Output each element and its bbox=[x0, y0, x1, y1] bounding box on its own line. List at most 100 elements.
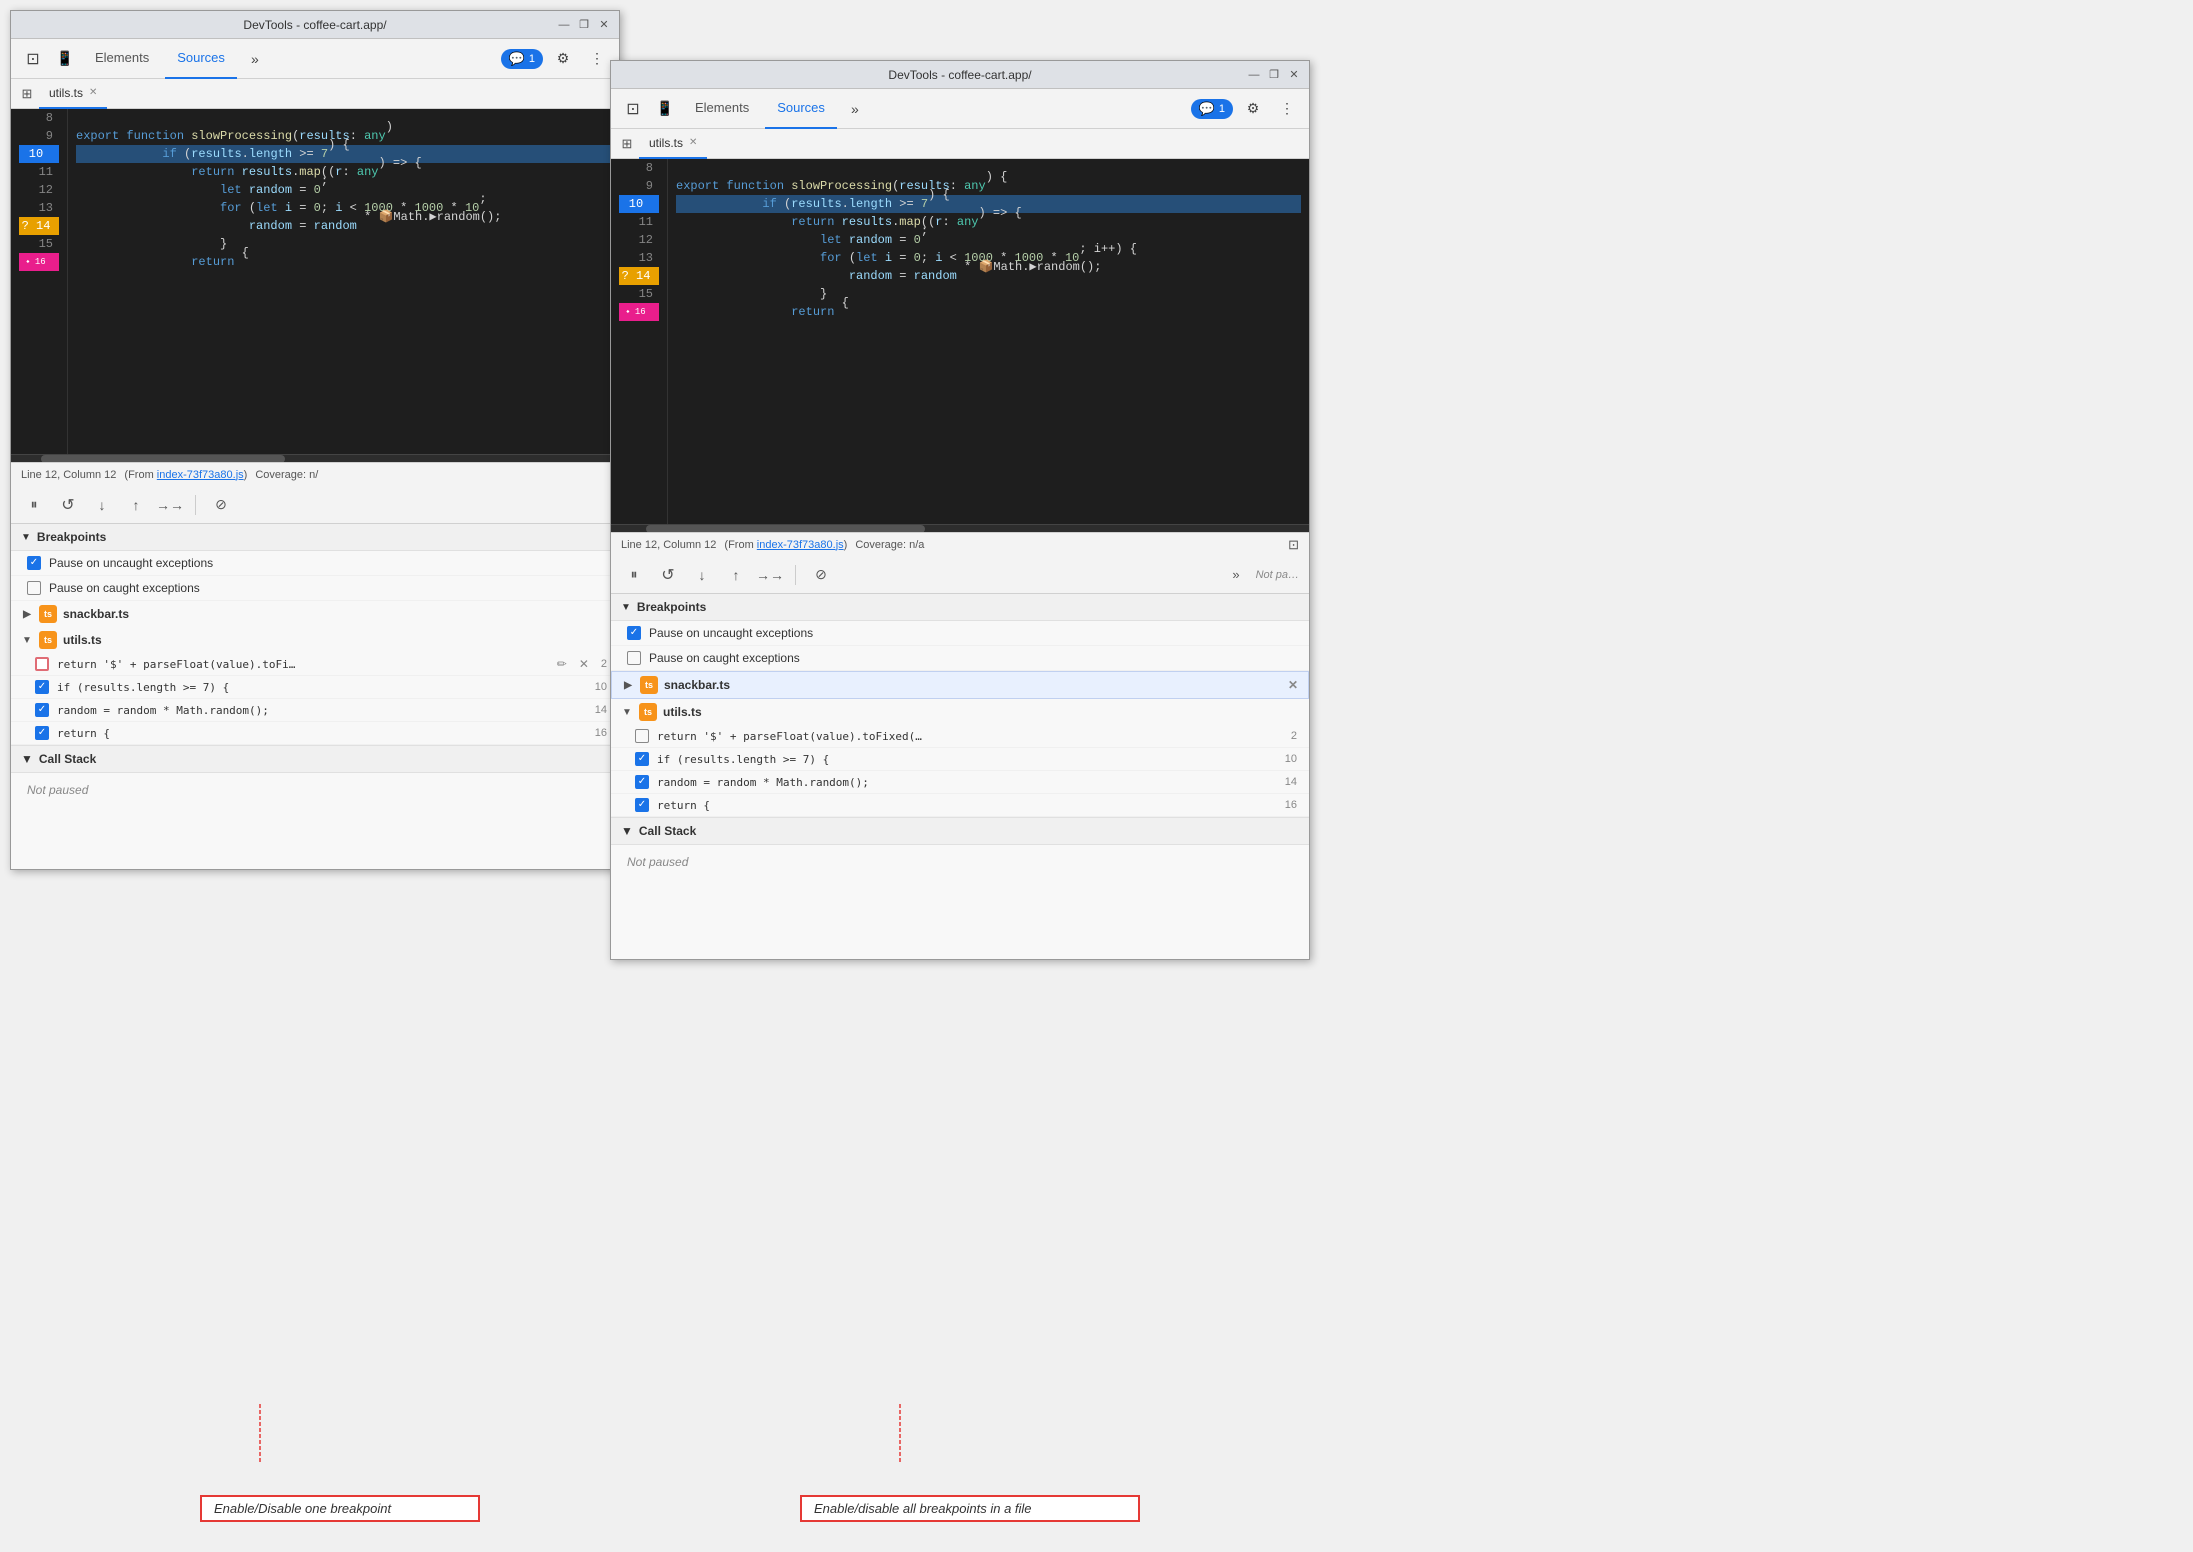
close-btn-1[interactable]: ✕ bbox=[597, 18, 611, 32]
line-num-11: 11 bbox=[19, 163, 59, 181]
line-num-2-14[interactable]: ? 14 bbox=[619, 267, 659, 285]
sidebar-toggle-2[interactable]: ⊞ bbox=[615, 132, 639, 156]
restore-btn-1[interactable]: ❐ bbox=[577, 18, 591, 32]
step-over-btn-1[interactable]: ↺ bbox=[55, 492, 81, 518]
step-out-btn-1[interactable]: ↑ bbox=[123, 492, 149, 518]
code-line-8 bbox=[76, 109, 611, 127]
bp-item-1-1[interactable]: if (results.length >= 7) { 10 bbox=[11, 676, 619, 699]
restore-btn-2[interactable]: ❐ bbox=[1267, 68, 1281, 82]
snackbar-expand-1[interactable]: ▶ bbox=[21, 608, 33, 620]
pause-uncaught-cb-1[interactable] bbox=[27, 556, 41, 570]
line-num-10[interactable]: 10 bbox=[19, 145, 59, 163]
pause-btn-1[interactable]: ⏸ bbox=[21, 492, 47, 518]
utils-ts-icon-2: ts bbox=[639, 703, 657, 721]
inspect-icon[interactable]: ⊡ bbox=[19, 45, 47, 73]
line-num-14[interactable]: ? 14 bbox=[19, 217, 59, 235]
file-tab-close-1[interactable]: ✕ bbox=[89, 87, 97, 98]
bp-cb-2-3[interactable] bbox=[635, 798, 649, 812]
debug-more-btn-2[interactable]: » bbox=[1232, 567, 1239, 582]
snackbar-group-1[interactable]: ▶ ts snackbar.ts bbox=[11, 601, 619, 627]
pause-btn-2[interactable]: ⏸ bbox=[621, 562, 647, 588]
bp-cb-2-0[interactable] bbox=[635, 729, 649, 743]
bp-item-1-3[interactable]: return { 16 bbox=[11, 722, 619, 745]
step-into-btn-1[interactable]: ↓ bbox=[89, 492, 115, 518]
source-link-2[interactable]: index-73f73a80.js bbox=[757, 539, 844, 551]
source-link-1[interactable]: index-73f73a80.js bbox=[157, 469, 244, 481]
step-over-btn-2[interactable]: ↺ bbox=[655, 562, 681, 588]
pause-uncaught-cb-2[interactable] bbox=[627, 626, 641, 640]
deactivate-btn-1[interactable]: ⊘ bbox=[208, 492, 234, 518]
code-line-2-9: export function slowProcessing(results: … bbox=[676, 177, 1301, 195]
bp-cb-1-0[interactable] bbox=[35, 657, 49, 671]
code-scrollbar-2[interactable] bbox=[611, 524, 1309, 532]
continue-btn-2[interactable]: →→ bbox=[757, 562, 783, 588]
tab-sources-2[interactable]: Sources bbox=[765, 89, 837, 129]
bp-item-2-0[interactable]: return '$' + parseFloat(value).toFixed(…… bbox=[611, 725, 1309, 748]
console-badge-1[interactable]: 💬 1 bbox=[501, 49, 543, 69]
bp-item-1-0[interactable]: return '$' + parseFloat(value).toFi… ✏ ✕… bbox=[11, 653, 619, 676]
bp-cb-1-3[interactable] bbox=[35, 726, 49, 740]
status-expand-btn[interactable]: ⊡ bbox=[1288, 537, 1299, 553]
pause-caught-2[interactable]: Pause on caught exceptions bbox=[611, 646, 1309, 671]
minimize-btn-2[interactable]: — bbox=[1247, 68, 1261, 82]
code-content-2: export function slowProcessing(results: … bbox=[668, 159, 1309, 524]
minimize-btn-1[interactable]: — bbox=[557, 18, 571, 32]
pause-caught-cb-1[interactable] bbox=[27, 581, 41, 595]
deactivate-btn-2[interactable]: ⊘ bbox=[808, 562, 834, 588]
line-num-2-16[interactable]: ⬩ 16 bbox=[619, 303, 659, 321]
position-text-2: Line 12, Column 12 bbox=[621, 539, 716, 551]
bp-item-2-1[interactable]: if (results.length >= 7) { 10 bbox=[611, 748, 1309, 771]
step-into-btn-2[interactable]: ↓ bbox=[689, 562, 715, 588]
step-out-btn-2[interactable]: ↑ bbox=[723, 562, 749, 588]
tab-sources-1[interactable]: Sources bbox=[165, 39, 237, 79]
snackbar-expand-2[interactable]: ▶ bbox=[622, 679, 634, 691]
remove-icon-1-0[interactable]: ✕ bbox=[579, 657, 589, 671]
bp-cb-2-2[interactable] bbox=[635, 775, 649, 789]
debug-divider-2 bbox=[795, 565, 796, 585]
more-btn-2[interactable]: ⋮ bbox=[1273, 95, 1301, 123]
bp-item-2-2[interactable]: random = random * Math.random(); 14 bbox=[611, 771, 1309, 794]
file-tab-utils-2[interactable]: utils.ts ✕ bbox=[639, 129, 707, 159]
bp-cb-2-1[interactable] bbox=[635, 752, 649, 766]
pause-uncaught-2[interactable]: Pause on uncaught exceptions bbox=[611, 621, 1309, 646]
edit-icon-1-0[interactable]: ✏ bbox=[557, 657, 567, 671]
pause-caught-cb-2[interactable] bbox=[627, 651, 641, 665]
more-btn-1[interactable]: ⋮ bbox=[583, 45, 611, 73]
breakpoints-header-1[interactable]: ▼ Breakpoints bbox=[11, 524, 619, 551]
more-tabs-btn-2[interactable]: » bbox=[841, 95, 869, 123]
device-icon[interactable]: 📱 bbox=[51, 45, 79, 73]
line-num-2-10[interactable]: 10 bbox=[619, 195, 659, 213]
utils-group-2[interactable]: ▼ ts utils.ts bbox=[611, 699, 1309, 725]
utils-expand-2[interactable]: ▼ bbox=[621, 706, 633, 718]
breakpoints-header-2[interactable]: ▼ Breakpoints bbox=[611, 594, 1309, 621]
settings-btn-2[interactable]: ⚙ bbox=[1239, 95, 1267, 123]
pause-caught-1[interactable]: Pause on caught exceptions bbox=[11, 576, 619, 601]
bp-cb-1-1[interactable] bbox=[35, 680, 49, 694]
line-num-16[interactable]: ⬩ 16 bbox=[19, 253, 59, 271]
title-bar-2: DevTools - coffee-cart.app/ — ❐ ✕ bbox=[611, 61, 1309, 89]
tab-elements-1[interactable]: Elements bbox=[83, 39, 161, 79]
call-stack-header-2[interactable]: ▼ Call Stack bbox=[611, 817, 1309, 845]
continue-btn-1[interactable]: →→ bbox=[157, 492, 183, 518]
sidebar-toggle-1[interactable]: ⊞ bbox=[15, 82, 39, 106]
code-scrollbar-1[interactable] bbox=[11, 454, 619, 462]
annotation-arrow-left bbox=[200, 1402, 400, 1462]
snackbar-group-2[interactable]: ▶ ts snackbar.ts ✕ bbox=[611, 671, 1309, 699]
settings-btn-1[interactable]: ⚙ bbox=[549, 45, 577, 73]
tab-elements-2[interactable]: Elements bbox=[683, 89, 761, 129]
bp-item-1-2[interactable]: random = random * Math.random(); 14 bbox=[11, 699, 619, 722]
utils-expand-1[interactable]: ▼ bbox=[21, 634, 33, 646]
console-badge-2[interactable]: 💬 1 bbox=[1191, 99, 1233, 119]
device-icon-2[interactable]: 📱 bbox=[651, 95, 679, 123]
more-tabs-btn-1[interactable]: » bbox=[241, 45, 269, 73]
bp-item-2-3[interactable]: return { 16 bbox=[611, 794, 1309, 817]
snackbar-close-2[interactable]: ✕ bbox=[1288, 678, 1298, 692]
call-stack-header-1[interactable]: ▼ Call Stack bbox=[11, 745, 619, 773]
bp-cb-1-2[interactable] bbox=[35, 703, 49, 717]
file-tab-close-2[interactable]: ✕ bbox=[689, 137, 697, 148]
close-btn-2[interactable]: ✕ bbox=[1287, 68, 1301, 82]
inspect-icon-2[interactable]: ⊡ bbox=[619, 95, 647, 123]
file-tab-utils-1[interactable]: utils.ts ✕ bbox=[39, 79, 107, 109]
pause-uncaught-1[interactable]: Pause on uncaught exceptions bbox=[11, 551, 619, 576]
utils-group-1[interactable]: ▼ ts utils.ts bbox=[11, 627, 619, 653]
